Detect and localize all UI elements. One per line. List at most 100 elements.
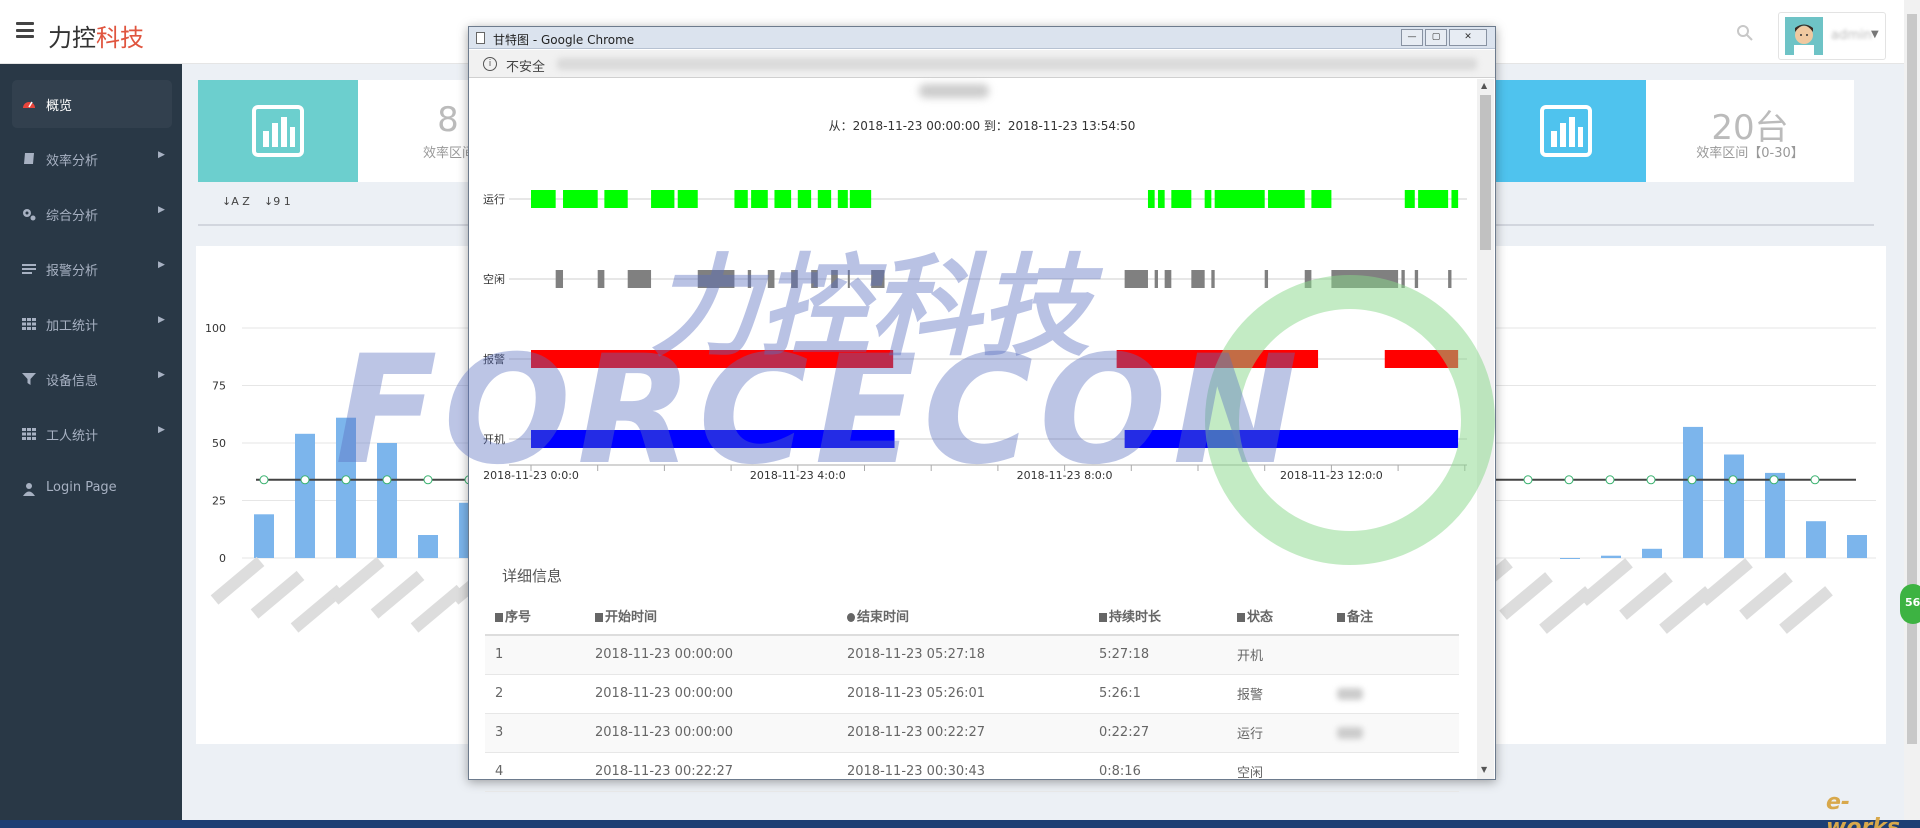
gantt-bar [774, 190, 792, 208]
scroll-up-arrow-icon[interactable]: ▲ [1481, 81, 1487, 90]
gantt-bar [597, 270, 605, 288]
gantt-bar [1451, 190, 1459, 208]
bg-chart-y-tick: 75 [212, 380, 226, 393]
column-header[interactable]: 开始时间 [585, 597, 837, 636]
stat-icon-tile [198, 80, 358, 182]
sidebar-item-login[interactable]: Login Page [12, 465, 172, 513]
gantt-row-label: 报警 [483, 352, 505, 366]
sidebar-item-workers[interactable]: 工人统计 ▶ [12, 410, 172, 458]
gantt-bar [1268, 190, 1305, 208]
chevron-right-icon: ▶ [158, 150, 165, 160]
question-circle-icon [847, 613, 855, 622]
scroll-down-arrow-icon[interactable]: ▼ [1481, 765, 1487, 774]
bg-chart-avg-point [341, 475, 351, 485]
column-header-label: 持续时长 [1109, 610, 1162, 625]
floating-badge[interactable]: 56 [1900, 584, 1920, 624]
sidebar-item-processing[interactable]: 加工统计 ▶ [12, 300, 172, 348]
gantt-bar [751, 190, 768, 208]
address-bar[interactable]: i 不安全 [469, 50, 1495, 78]
bg-chart-x-label-redacted [1739, 572, 1793, 620]
gantt-x-tick-label: 2018-11-23 4:0:0 [750, 469, 846, 482]
grid-icon [22, 428, 36, 440]
sidebar-item-device[interactable]: 设备信息 ▶ [12, 355, 172, 403]
page-scrollbar-thumb[interactable] [1907, 14, 1917, 744]
tag-icon [495, 613, 503, 622]
table-row[interactable]: 3 2018-11-23 00:00:00 2018-11-23 00:22:2… [485, 713, 1459, 753]
sidebar-item-efficiency[interactable]: 效率分析 ▶ [12, 135, 172, 183]
sidebar-item-alarm[interactable]: 报警分析 ▶ [12, 245, 172, 293]
bg-chart-bar [336, 417, 356, 558]
gantt-bar [837, 190, 848, 208]
gantt-bar [1414, 270, 1419, 288]
gantt-bar [531, 190, 556, 208]
cell-duration: 0:8:16 [1089, 752, 1227, 792]
table-row[interactable]: 4 2018-11-23 00:22:27 2018-11-23 00:30:4… [485, 752, 1459, 792]
popup-scrollbar[interactable]: ▲ ▼ [1477, 79, 1494, 779]
popup-scrollbar-thumb[interactable] [1480, 95, 1491, 250]
sidebar-item-label: Login Page [46, 480, 117, 495]
sidebar-item-overview[interactable]: 概览 [12, 80, 172, 128]
chevron-right-icon: ▶ [158, 370, 165, 380]
user-menu[interactable]: admin ▼ [1778, 12, 1886, 60]
gantt-bar [1448, 270, 1452, 288]
bg-chart-bar [295, 433, 315, 558]
bg-chart-avg-point [382, 475, 392, 485]
sort-numeric-icon[interactable]: ↓9 1 [264, 196, 291, 207]
gantt-row-label: 运行 [483, 193, 505, 206]
column-header[interactable]: 持续时长 [1089, 597, 1227, 636]
gantt-row-label: 空闲 [483, 272, 505, 286]
sidebar-item-comprehensive[interactable]: 综合分析 ▶ [12, 190, 172, 238]
cell-remark [1327, 674, 1459, 714]
edit-icon [1237, 613, 1245, 622]
sort-alpha-icon[interactable]: ↓A Z [222, 196, 250, 207]
bg-chart-x-label-redacted [330, 556, 385, 605]
gantt-bar [1124, 270, 1148, 288]
chevron-down-icon: ▼ [1871, 29, 1879, 40]
table-row[interactable]: 2 2018-11-23 00:00:00 2018-11-23 05:26:0… [485, 674, 1459, 714]
column-header-label: 状态 [1247, 610, 1274, 625]
info-icon[interactable]: i [483, 57, 497, 71]
gantt-time-range: 从：2018-11-23 00:00:00 到：2018-11-23 13:54… [828, 119, 1136, 133]
bg-chart-y-tick: 25 [212, 495, 226, 508]
column-header[interactable]: 结束时间 [837, 597, 1089, 636]
bg-chart-bar [1724, 454, 1744, 558]
gantt-bar [1311, 190, 1332, 208]
column-header[interactable]: 序号 [485, 597, 585, 636]
gantt-bar [1384, 350, 1459, 368]
chevron-right-icon: ▶ [158, 315, 165, 325]
gantt-bar [1157, 190, 1165, 208]
cell-remark [1327, 752, 1459, 792]
bar-chart-icon [1540, 105, 1592, 157]
bg-chart-avg-point [1728, 475, 1738, 485]
gantt-bar [555, 270, 564, 288]
brand-accent-text: 科技 [96, 24, 144, 52]
popup-titlebar[interactable]: 甘特图 - Google Chrome — ▢ ✕ [469, 27, 1495, 49]
cell-status: 空闲 [1227, 752, 1327, 792]
sort-alpha-label: A Z [231, 195, 250, 208]
popup-title: 甘特图 - Google Chrome [493, 33, 635, 47]
hamburger-menu-icon[interactable] [16, 22, 34, 38]
url-text-redacted[interactable] [557, 58, 1477, 70]
column-header[interactable]: 备注 [1327, 597, 1459, 636]
cell-end-time: 2018-11-23 05:26:01 [837, 674, 1089, 714]
column-header[interactable]: 状态 [1227, 597, 1327, 636]
gantt-x-tick-label: 2018-11-23 12:0:0 [1280, 469, 1383, 482]
gantt-bar [811, 270, 818, 288]
bg-chart-avg-point [1646, 475, 1656, 485]
user-icon [23, 483, 35, 496]
bg-chart-x-label-redacted [1619, 572, 1673, 620]
search-icon[interactable] [1736, 24, 1754, 42]
gantt-bar [1418, 190, 1449, 208]
sidebar: 概览 效率分析 ▶ 综合分析 ▶ 报警分析 ▶ 加工统计 ▶ 设备信息 ▶ 工人… [0, 64, 182, 828]
maximize-button[interactable]: ▢ [1425, 29, 1447, 46]
bar-chart-icon [252, 105, 304, 157]
minimize-button[interactable]: — [1401, 29, 1423, 46]
gantt-bar [1154, 270, 1158, 288]
detail-table: 序号 开始时间 结束时间 持续时长 状态 备注 1 2018-11-23 00:… [485, 597, 1459, 792]
avatar [1785, 17, 1823, 55]
table-row[interactable]: 1 2018-11-23 00:00:00 2018-11-23 05:27:1… [485, 635, 1459, 675]
stat-icon-tile [1496, 80, 1646, 182]
gantt-bar [849, 190, 872, 208]
close-button[interactable]: ✕ [1449, 29, 1487, 46]
gantt-bar [1171, 190, 1192, 208]
